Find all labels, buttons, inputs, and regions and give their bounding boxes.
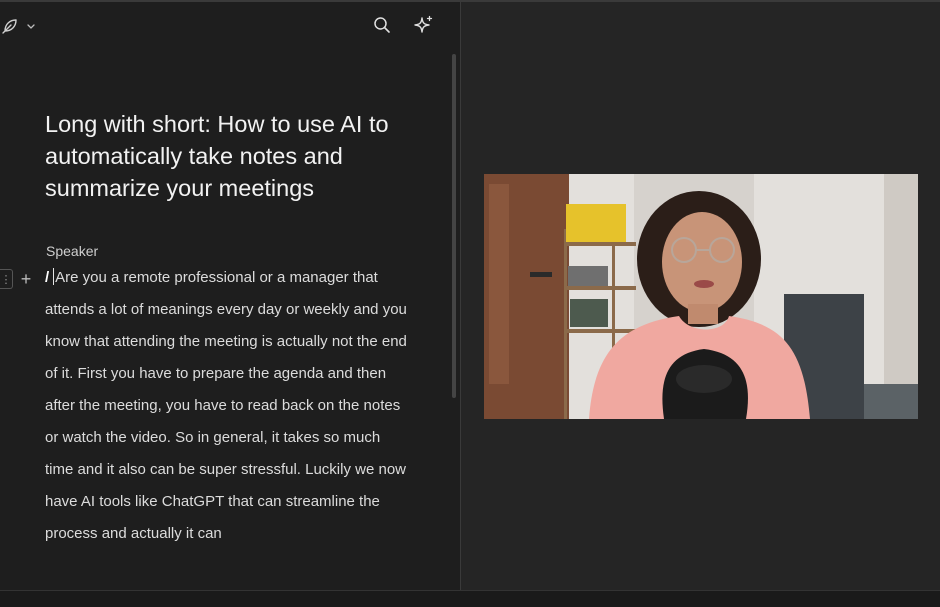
- slash-command-marker: /: [45, 269, 50, 286]
- sparkle-icon[interactable]: [414, 15, 434, 35]
- speaker-label[interactable]: Speaker: [46, 243, 98, 259]
- feather-icon[interactable]: [0, 16, 20, 36]
- video-frame-image: [484, 174, 918, 419]
- transcript-text: Are you a remote professional or a manag…: [45, 269, 407, 542]
- app-window: Long with short: How to use AI to automa…: [0, 0, 940, 607]
- transcript-paragraph[interactable]: / Are you a remote professional or a mana…: [45, 262, 407, 550]
- document-title[interactable]: Long with short: How to use AI to automa…: [45, 108, 415, 204]
- chevron-down-icon[interactable]: [26, 16, 36, 36]
- search-icon[interactable]: [372, 15, 392, 35]
- editor-scrollbar[interactable]: [452, 54, 456, 398]
- status-bar: [0, 590, 940, 607]
- add-block-icon[interactable]: +: [19, 270, 33, 288]
- toolbar-right: [372, 15, 434, 35]
- drag-handle-icon[interactable]: ⋮: [0, 269, 13, 289]
- block-controls: ⋮ +: [0, 269, 33, 289]
- video-player[interactable]: [484, 174, 918, 419]
- toolbar-left: [0, 16, 36, 36]
